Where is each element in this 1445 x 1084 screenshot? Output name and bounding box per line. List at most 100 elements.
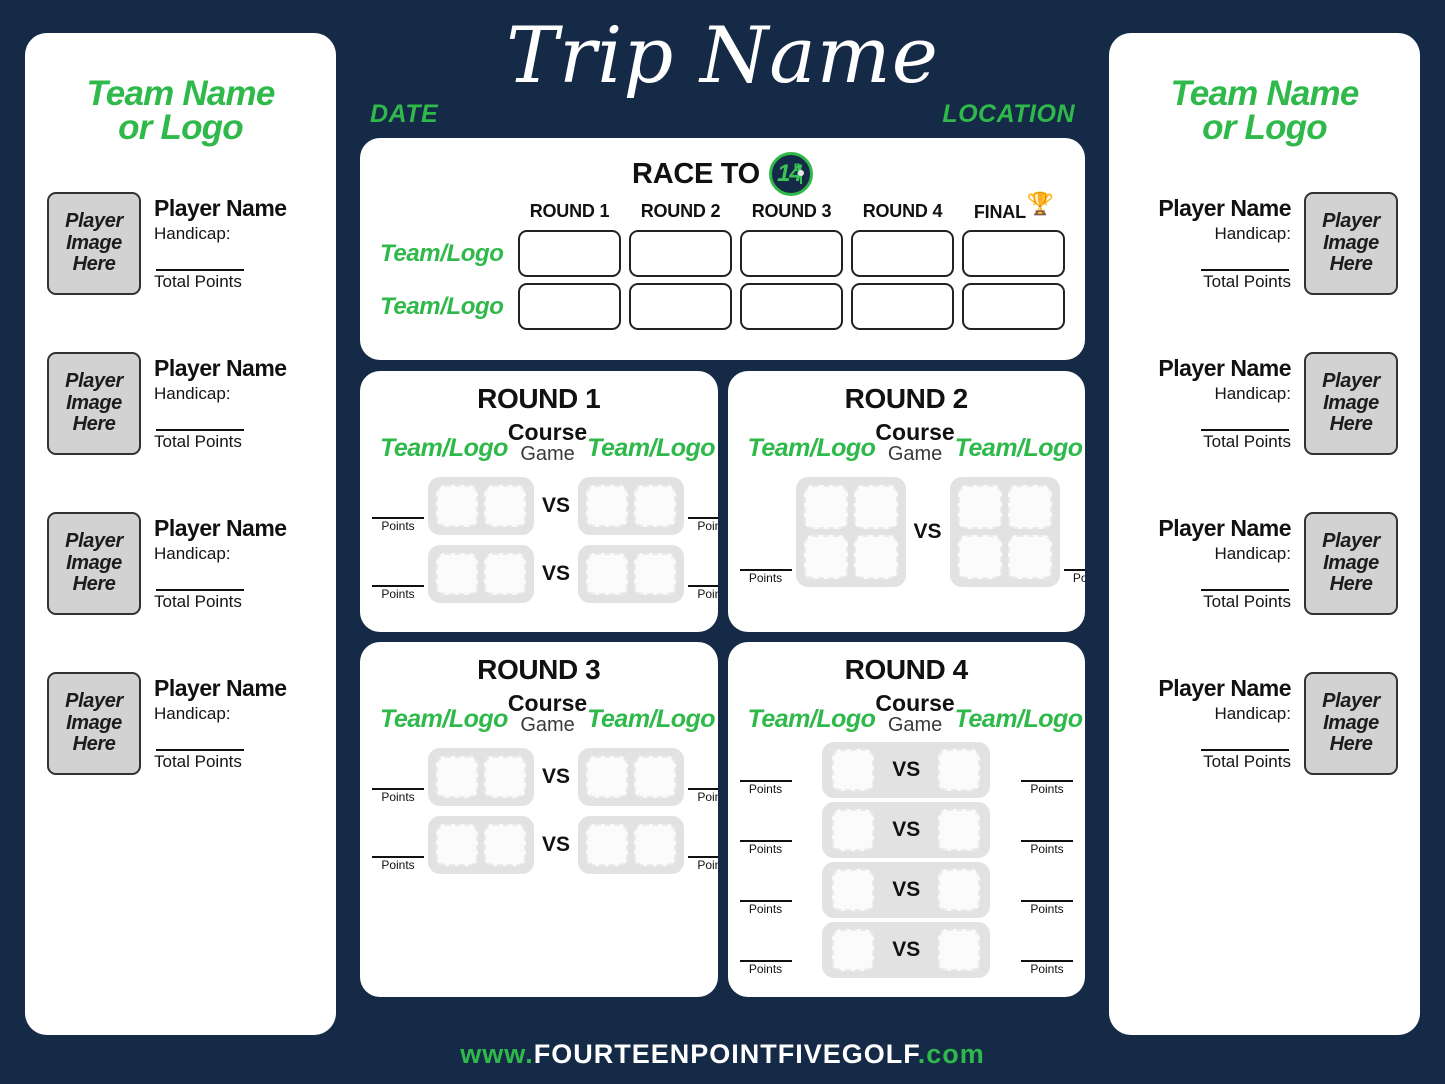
- points-field-right[interactable]: Points: [684, 516, 718, 535]
- race-score-box[interactable]: [740, 283, 843, 331]
- race-score-box[interactable]: [518, 283, 621, 331]
- player-slot[interactable]: [436, 824, 478, 867]
- points-field-right[interactable]: Points: [684, 584, 718, 603]
- player-slot-tray[interactable]: VS: [822, 802, 991, 859]
- player-slot-tray-left[interactable]: [428, 748, 534, 807]
- round-game-label[interactable]: Game: [508, 715, 587, 736]
- points-field-left[interactable]: Points: [372, 787, 428, 806]
- round-course-label[interactable]: Course: [508, 691, 587, 715]
- player-slot[interactable]: [938, 869, 981, 912]
- round-course-label[interactable]: Course: [875, 420, 954, 444]
- player-slot-tray-right[interactable]: [578, 748, 685, 807]
- player-image-placeholder[interactable]: Player Image Here: [47, 671, 141, 775]
- player-slot[interactable]: [586, 756, 629, 799]
- player-slot[interactable]: [484, 824, 526, 867]
- points-field-right[interactable]: Points: [1060, 568, 1085, 587]
- player-slot[interactable]: [436, 756, 478, 799]
- location-label[interactable]: LOCATION: [942, 100, 1075, 129]
- player-row[interactable]: Player Image Here Player Name Handicap: To…: [1131, 671, 1398, 775]
- round-team-right[interactable]: Team/Logo: [587, 420, 715, 463]
- player-image-placeholder[interactable]: Player Image Here: [1304, 511, 1398, 615]
- player-slot[interactable]: [853, 535, 898, 580]
- round-course-label[interactable]: Course: [508, 420, 587, 444]
- player-image-placeholder[interactable]: Player Image Here: [1304, 191, 1398, 295]
- player-slot[interactable]: [634, 485, 677, 528]
- player-slot[interactable]: [634, 553, 677, 596]
- player-slot-tray-right[interactable]: [578, 477, 685, 536]
- player-slot[interactable]: [436, 553, 478, 596]
- round-team-right[interactable]: Team/Logo: [587, 691, 715, 734]
- race-score-box[interactable]: [629, 230, 732, 278]
- player-slot[interactable]: [803, 535, 848, 580]
- player-image-placeholder[interactable]: Player Image Here: [47, 511, 141, 615]
- points-field-right[interactable]: Points: [684, 855, 718, 874]
- player-slot[interactable]: [938, 929, 981, 972]
- player-handicap-label[interactable]: Handicap:: [154, 544, 314, 564]
- player-slot-tray-right[interactable]: [578, 545, 685, 604]
- points-field-left[interactable]: Points: [372, 584, 428, 603]
- player-slot-tray[interactable]: VS: [822, 922, 991, 979]
- round-team-left[interactable]: Team/Logo: [380, 691, 508, 734]
- player-slot[interactable]: [634, 824, 677, 867]
- points-field-left[interactable]: Points: [739, 779, 796, 798]
- race-score-box-final[interactable]: [962, 283, 1065, 331]
- total-points-field[interactable]: Total Points: [154, 428, 314, 452]
- player-slot[interactable]: [634, 756, 677, 799]
- race-score-box[interactable]: [851, 230, 954, 278]
- player-slot[interactable]: [484, 553, 526, 596]
- player-handicap-label[interactable]: Handicap:: [1131, 544, 1291, 564]
- race-score-box[interactable]: [851, 283, 954, 331]
- points-field-left[interactable]: Points: [739, 839, 796, 858]
- round-game-label[interactable]: Game: [875, 444, 954, 465]
- player-slot-tray-right[interactable]: [578, 816, 685, 875]
- race-row-team-label[interactable]: Team/Logo: [380, 240, 510, 268]
- player-image-placeholder[interactable]: Player Image Here: [47, 351, 141, 455]
- race-score-box[interactable]: [740, 230, 843, 278]
- player-row[interactable]: Player Image Here Player Name Handicap: To…: [47, 671, 314, 775]
- points-field-right[interactable]: Points: [1017, 899, 1073, 918]
- player-image-placeholder[interactable]: Player Image Here: [1304, 671, 1398, 775]
- total-points-field[interactable]: Total Points: [1131, 268, 1291, 292]
- player-image-placeholder[interactable]: Player Image Here: [1304, 351, 1398, 455]
- round-team-right[interactable]: Team/Logo: [955, 691, 1083, 734]
- player-handicap-label[interactable]: Handicap:: [1131, 384, 1291, 404]
- points-field-right[interactable]: Points: [684, 787, 718, 806]
- player-slot[interactable]: [586, 485, 629, 528]
- player-image-placeholder[interactable]: Player Image Here: [47, 191, 141, 295]
- total-points-field[interactable]: Total Points: [1131, 428, 1291, 452]
- total-points-field[interactable]: Total Points: [154, 588, 314, 612]
- player-handicap-label[interactable]: Handicap:: [154, 224, 314, 244]
- total-points-field[interactable]: Total Points: [1131, 588, 1291, 612]
- player-slot-tray-left[interactable]: [428, 545, 534, 604]
- total-points-field[interactable]: Total Points: [154, 268, 314, 292]
- round-team-right[interactable]: Team/Logo: [955, 420, 1083, 463]
- footer-website-link[interactable]: www.FOURTEENPOINTFIVEGOLF.com: [0, 1039, 1445, 1070]
- points-field-left[interactable]: Points: [739, 959, 796, 978]
- player-slot-tray-left[interactable]: [428, 816, 534, 875]
- round-course-label[interactable]: Course: [875, 691, 954, 715]
- player-slot-tray-left[interactable]: [795, 477, 906, 588]
- player-slot[interactable]: [484, 485, 526, 528]
- player-row[interactable]: Player Image Here Player Name Handicap: To…: [47, 511, 314, 615]
- round-team-left[interactable]: Team/Logo: [748, 420, 876, 463]
- player-handicap-label[interactable]: Handicap:: [1131, 704, 1291, 724]
- player-slot-tray-left[interactable]: [428, 477, 534, 536]
- player-slot[interactable]: [436, 485, 478, 528]
- player-row[interactable]: Player Image Here Player Name Handicap: To…: [1131, 191, 1398, 295]
- player-row[interactable]: Player Image Here Player Name Handicap: To…: [47, 351, 314, 455]
- player-slot[interactable]: [832, 929, 875, 972]
- player-slot[interactable]: [586, 553, 629, 596]
- player-row[interactable]: Player Image Here Player Name Handicap: To…: [1131, 511, 1398, 615]
- player-handicap-label[interactable]: Handicap:: [154, 704, 314, 724]
- round-game-label[interactable]: Game: [508, 444, 587, 465]
- player-slot[interactable]: [803, 485, 848, 530]
- player-handicap-label[interactable]: Handicap:: [1131, 224, 1291, 244]
- player-handicap-label[interactable]: Handicap:: [154, 384, 314, 404]
- player-slot-tray[interactable]: VS: [822, 742, 991, 799]
- player-row[interactable]: Player Image Here Player Name Handicap: To…: [1131, 351, 1398, 455]
- round-team-left[interactable]: Team/Logo: [748, 691, 876, 734]
- player-slot[interactable]: [484, 756, 526, 799]
- points-field-left[interactable]: Points: [739, 568, 796, 587]
- player-row[interactable]: Player Image Here Player Name Handicap: To…: [47, 191, 314, 295]
- points-field-left[interactable]: Points: [739, 899, 796, 918]
